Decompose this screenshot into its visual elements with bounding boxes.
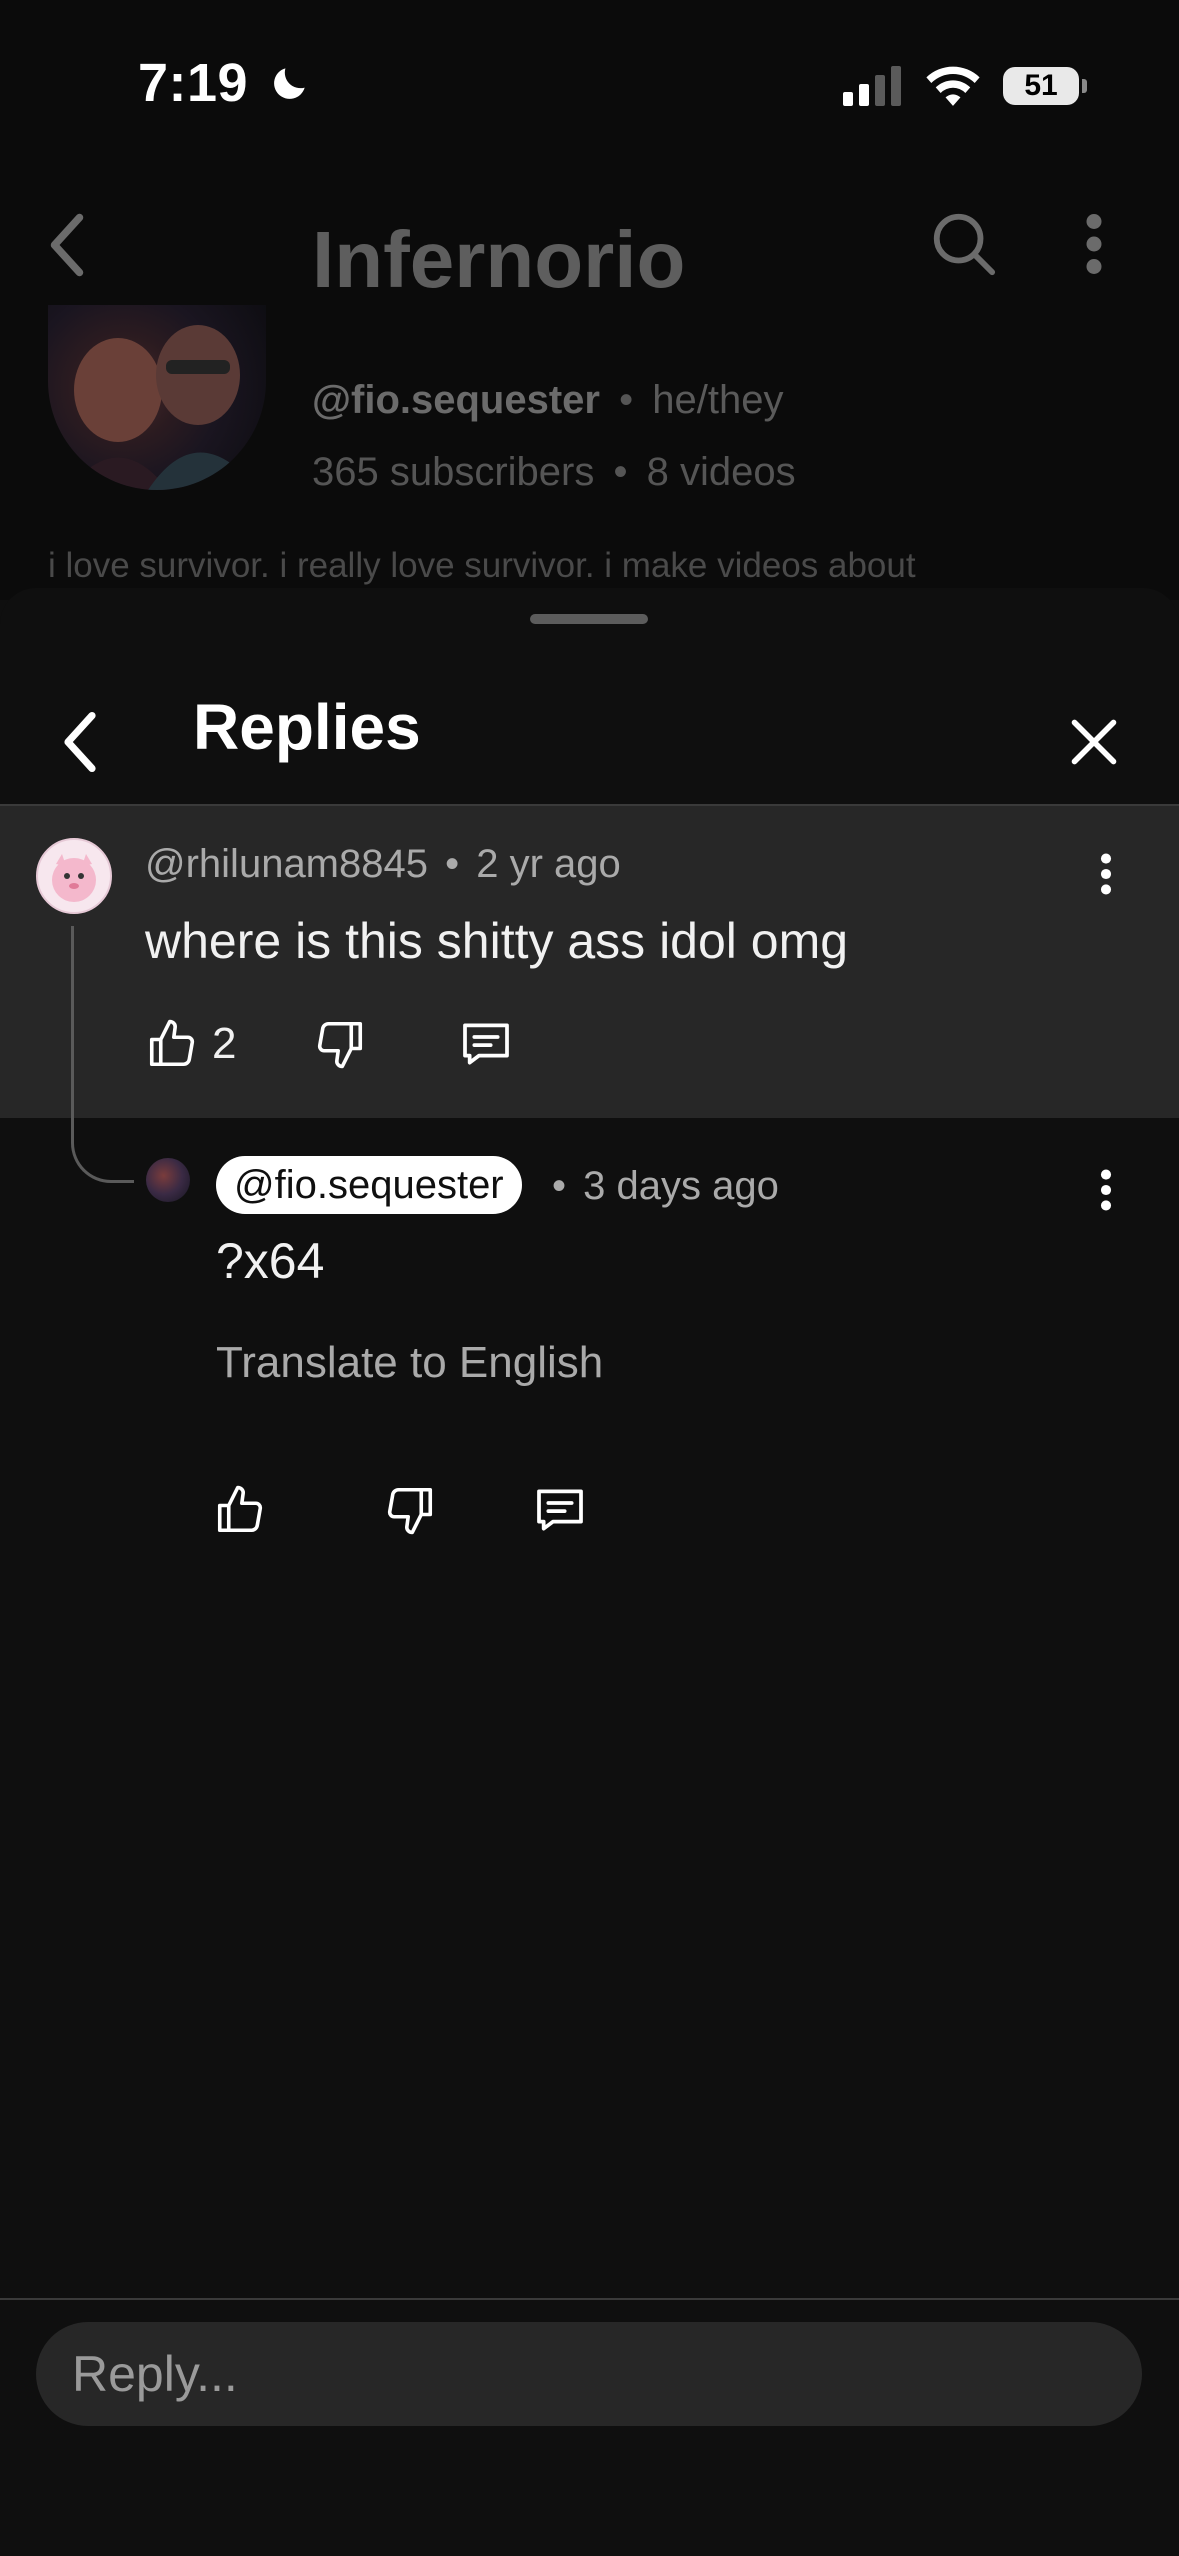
dislike-button[interactable] bbox=[308, 1012, 372, 1076]
avatar[interactable] bbox=[146, 1158, 190, 1202]
reply-author-pill[interactable]: @fio.sequester bbox=[216, 1156, 522, 1214]
signal-icon bbox=[843, 66, 901, 106]
channel-avatar bbox=[48, 305, 266, 490]
sheet-grabber[interactable] bbox=[530, 614, 648, 624]
back-arrow-icon[interactable] bbox=[56, 706, 104, 778]
channel-stats: 365 subscribers • 8 videos bbox=[312, 450, 796, 494]
reply-time: 3 days ago bbox=[583, 1164, 779, 1208]
reply-actions bbox=[208, 1478, 592, 1542]
search-icon[interactable] bbox=[928, 208, 998, 278]
reply-bar-divider bbox=[0, 2298, 1179, 2300]
parent-comment: @rhilunam8845 • 2 yr ago where is this s… bbox=[0, 806, 1179, 1118]
moon-icon bbox=[273, 68, 305, 99]
comment-actions: 2 bbox=[140, 1012, 518, 1076]
reply-button[interactable] bbox=[528, 1478, 592, 1542]
dislike-button[interactable] bbox=[378, 1478, 442, 1542]
status-icons: 51 bbox=[843, 62, 1087, 110]
comment-icon bbox=[463, 1023, 510, 1065]
channel-title: Infernorio bbox=[312, 220, 686, 300]
comment-more-button[interactable] bbox=[1082, 838, 1130, 910]
thumbs-down-icon bbox=[318, 1021, 363, 1069]
thumbs-up-icon bbox=[217, 1485, 263, 1533]
avatar[interactable] bbox=[36, 838, 112, 914]
channel-description: i love survivor. i really love survivor.… bbox=[48, 546, 916, 585]
thread-connector bbox=[71, 926, 134, 1183]
comment-icon bbox=[537, 1489, 583, 1531]
reply-meta: • 3 days ago bbox=[552, 1164, 779, 1208]
comment-author[interactable]: @rhilunam8845 bbox=[145, 842, 428, 886]
close-icon[interactable] bbox=[1068, 716, 1120, 768]
thumbs-down-icon bbox=[387, 1487, 433, 1535]
background-channel-page: 7:19 51 Infernorio @fio.sequester • he/t… bbox=[0, 0, 1179, 600]
like-button[interactable] bbox=[208, 1478, 272, 1542]
wifi-icon bbox=[926, 66, 980, 106]
reply-input[interactable] bbox=[36, 2322, 1142, 2426]
sheet-header: Replies bbox=[0, 648, 1179, 806]
status-time: 7:19 bbox=[138, 52, 312, 114]
translate-link[interactable]: Translate to English bbox=[216, 1338, 603, 1388]
more-vertical-icon bbox=[1100, 1169, 1112, 1211]
back-arrow-icon[interactable] bbox=[42, 210, 92, 280]
thumbs-up-icon bbox=[149, 1019, 195, 1067]
reply-button[interactable] bbox=[454, 1012, 518, 1076]
like-button[interactable] bbox=[140, 1012, 204, 1076]
more-vertical-icon bbox=[1100, 853, 1112, 895]
more-vertical-icon[interactable] bbox=[1082, 214, 1106, 274]
like-count: 2 bbox=[212, 1019, 237, 1068]
battery-indicator: 51 bbox=[1003, 67, 1087, 105]
reply-more-button[interactable] bbox=[1082, 1154, 1130, 1226]
reply-text: ?x64 bbox=[216, 1233, 325, 1289]
comment-text: where is this shitty ass idol omg bbox=[145, 913, 849, 969]
sheet-title: Replies bbox=[193, 691, 421, 763]
comment-meta: @rhilunam8845 • 2 yr ago bbox=[145, 842, 621, 886]
comment-time: 2 yr ago bbox=[476, 842, 621, 886]
channel-handle: @fio.sequester • he/they bbox=[312, 378, 784, 422]
replies-sheet: Replies @rhilunam8845 • 2 yr ago where i… bbox=[0, 588, 1179, 2556]
